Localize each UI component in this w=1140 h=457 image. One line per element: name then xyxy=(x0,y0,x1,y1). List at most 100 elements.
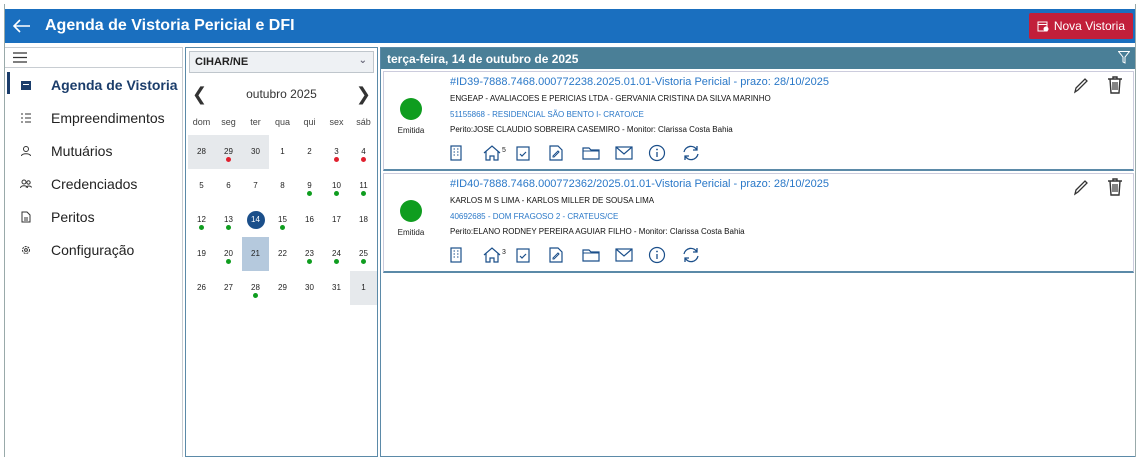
event-dot xyxy=(199,225,204,230)
calendar-panel: CIHAR/NE ⌄ ❮ outubro 2025 ❯ dom seg ter qua… xyxy=(185,47,378,457)
calendar-day[interactable]: 29 xyxy=(215,135,242,169)
info-icon[interactable] xyxy=(648,244,681,266)
calendar-day[interactable]: 28 xyxy=(188,135,215,169)
inspection-card[interactable]: Emitida #ID39-7888.7468.000772238.2025.01… xyxy=(383,71,1134,171)
calendar-day[interactable]: 26 xyxy=(188,271,215,305)
calendar-day[interactable]: 16 xyxy=(296,203,323,237)
calendar-day[interactable]: 29 xyxy=(269,271,296,305)
sidebar-item-agenda-de-vistoria[interactable]: Agenda de Vistoria xyxy=(5,68,182,101)
calendar-day[interactable]: 15 xyxy=(269,203,296,237)
sidebar-item-empreendimentos[interactable]: Empreendimentos xyxy=(5,101,182,134)
card-action-icons: 5 xyxy=(450,142,714,164)
calendar-day-number: 6 xyxy=(226,181,231,190)
sidebar-item-label: Mutuários xyxy=(51,142,113,159)
sidebar-item-peritos[interactable]: Peritos xyxy=(5,200,182,233)
inspection-title-link[interactable]: #ID40-7888.7468.000772362/2025.01.01-Vis… xyxy=(450,178,829,190)
sync-icon[interactable] xyxy=(681,142,714,164)
calendar-day[interactable]: 19 xyxy=(188,237,215,271)
calendar-day[interactable]: 25 xyxy=(350,237,377,271)
calendar-day[interactable]: 24 xyxy=(323,237,350,271)
folder-icon[interactable] xyxy=(582,244,615,266)
sidebar-item-configura-o[interactable]: Configuração xyxy=(5,233,182,266)
back-button[interactable] xyxy=(5,9,39,43)
new-inspection-label: Nova Vistoria xyxy=(1053,19,1125,33)
sidebar-item-credenciados[interactable]: Credenciados xyxy=(5,167,182,200)
calendar-day[interactable]: 17 xyxy=(323,203,350,237)
calendar-day[interactable]: 10 xyxy=(323,169,350,203)
edit-icon[interactable] xyxy=(1073,76,1089,99)
next-month-button[interactable]: ❯ xyxy=(356,84,371,105)
calendar-day[interactable]: 8 xyxy=(269,169,296,203)
calendar-day[interactable]: 4 xyxy=(350,135,377,169)
calendar-day[interactable]: 1 xyxy=(269,135,296,169)
calendar-day-number: 4 xyxy=(361,147,366,156)
document-edit-icon[interactable] xyxy=(549,244,582,266)
status-label: Emitida xyxy=(397,126,425,135)
group-select[interactable]: CIHAR/NE ⌄ xyxy=(189,51,374,73)
calendar-day-number: 27 xyxy=(224,283,233,292)
new-inspection-button[interactable]: Nova Vistoria xyxy=(1028,13,1133,39)
checklist-icon[interactable] xyxy=(516,142,549,164)
calendar-day[interactable]: 18 xyxy=(350,203,377,237)
calendar-day[interactable]: 13 xyxy=(215,203,242,237)
filter-icon[interactable] xyxy=(1117,51,1131,67)
delete-icon[interactable] xyxy=(1107,76,1123,99)
building-icon[interactable] xyxy=(450,244,483,266)
calendar-day[interactable]: 30 xyxy=(242,135,269,169)
calendar-day-number: 28 xyxy=(251,283,260,292)
mail-icon[interactable] xyxy=(615,142,648,164)
sync-icon[interactable] xyxy=(681,244,714,266)
delete-icon[interactable] xyxy=(1107,178,1123,201)
inspection-card[interactable]: Emitida #ID40-7888.7468.000772362/2025.01… xyxy=(383,173,1134,273)
calendar-day[interactable]: 31 xyxy=(323,271,350,305)
calendar-day[interactable]: 5 xyxy=(188,169,215,203)
calendar-day[interactable]: 14 xyxy=(242,203,269,237)
inspection-title-link[interactable]: #ID39-7888.7468.000772238.2025.01.01-Vis… xyxy=(450,76,829,88)
sidebar: Agenda de Vistoria Empreendimentos Mutuári… xyxy=(5,47,183,457)
sidebar-item-label: Agenda de Vistoria xyxy=(51,76,178,93)
event-dot xyxy=(361,259,366,264)
calendar-day[interactable]: 3 xyxy=(323,135,350,169)
weekday-label: sex xyxy=(329,117,344,127)
calendar-day[interactable]: 1 xyxy=(350,271,377,305)
calendar-day[interactable]: 20 xyxy=(215,237,242,271)
calendar-day-number: 14 xyxy=(246,211,265,229)
users-icon xyxy=(19,177,33,191)
document-edit-icon[interactable] xyxy=(549,142,582,164)
info-icon[interactable] xyxy=(648,142,681,164)
status-indicator: Emitida xyxy=(396,98,426,135)
calendar-day[interactable]: 23 xyxy=(296,237,323,271)
calendar-day-number: 11 xyxy=(359,181,368,190)
home-icon[interactable]: 5 xyxy=(483,142,516,164)
weekday-label: qui xyxy=(303,117,316,127)
calendar-day[interactable]: 9 xyxy=(296,169,323,203)
calendar-day-number: 8 xyxy=(280,181,285,190)
property-link[interactable]: 40692685 - DOM FRAGOSO 2 - CRATEUS/CE xyxy=(450,212,618,221)
calendar-day[interactable]: 12 xyxy=(188,203,215,237)
calendar-day[interactable]: 6 xyxy=(215,169,242,203)
calendar-day[interactable]: 2 xyxy=(296,135,323,169)
calendar-day[interactable]: 22 xyxy=(269,237,296,271)
calendar-day-number: 28 xyxy=(197,147,206,156)
mail-icon[interactable] xyxy=(615,244,648,266)
calendar-day[interactable]: 30 xyxy=(296,271,323,305)
calendar-day-number: 19 xyxy=(197,249,206,258)
calendar-day[interactable]: 11 xyxy=(350,169,377,203)
folder-icon[interactable] xyxy=(582,142,615,164)
home-icon[interactable]: 3 xyxy=(483,244,516,266)
sidebar-item-mutu-rios[interactable]: Mutuários xyxy=(5,134,182,167)
prev-month-button[interactable]: ❮ xyxy=(192,84,207,105)
event-dot xyxy=(334,157,339,162)
edit-icon[interactable] xyxy=(1073,178,1089,201)
date-header-label: terça-feira, 14 de outubro de 2025 xyxy=(387,51,579,66)
checklist-icon[interactable] xyxy=(516,244,549,266)
menu-button[interactable] xyxy=(5,48,182,68)
property-link[interactable]: 51155868 - RESIDENCIAL SÃO BENTO I- CRAT… xyxy=(450,110,644,119)
building-icon[interactable] xyxy=(450,142,483,164)
calendar-day-number: 29 xyxy=(224,147,233,156)
calendar-day[interactable]: 21 xyxy=(242,237,269,271)
calendar-day[interactable]: 27 xyxy=(215,271,242,305)
calendar-day[interactable]: 7 xyxy=(242,169,269,203)
calendar-day[interactable]: 28 xyxy=(242,271,269,305)
calendar-day-number: 16 xyxy=(305,215,314,224)
